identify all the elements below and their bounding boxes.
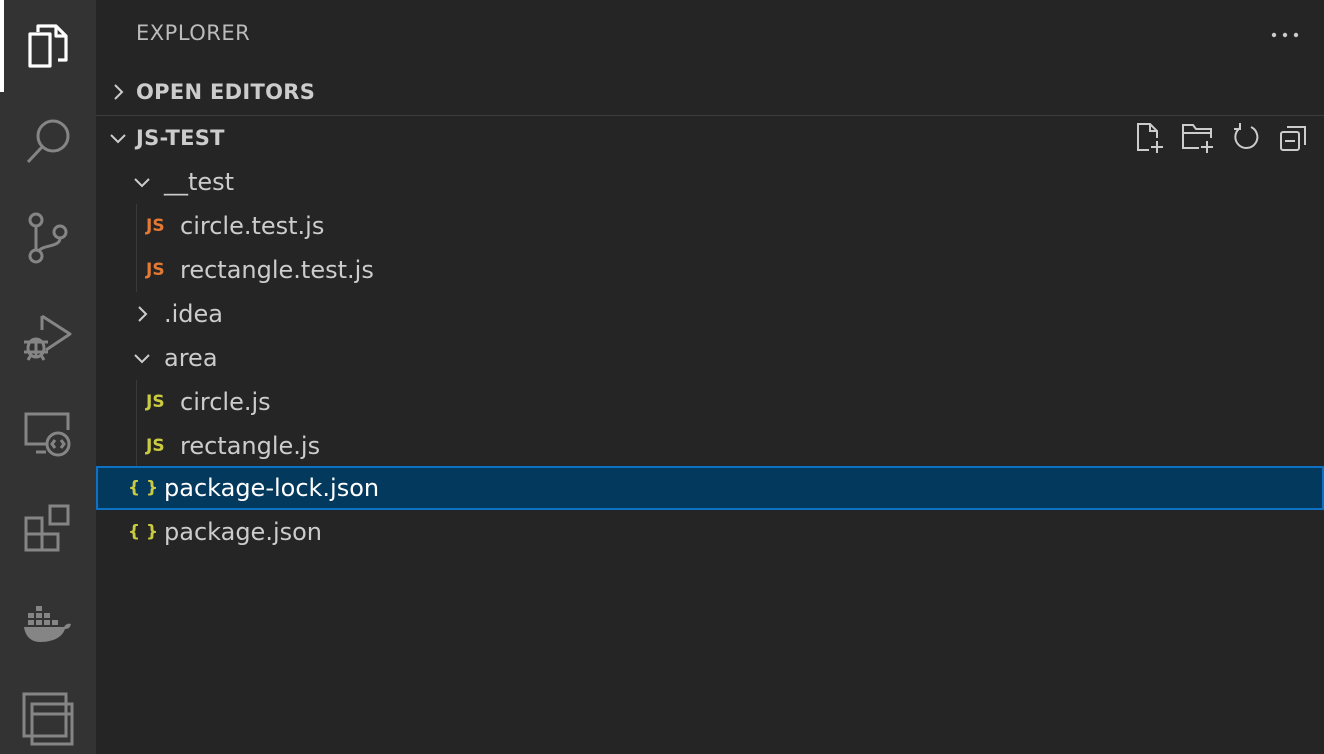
- json-file-icon: { }: [128, 522, 159, 542]
- search-activity-button[interactable]: [0, 96, 96, 188]
- chevron-right-icon: [114, 84, 124, 100]
- tree-item-label: rectangle.test.js: [180, 256, 374, 284]
- docker-icon: [24, 606, 71, 642]
- refresh-explorer-button[interactable]: [1226, 120, 1266, 156]
- run-debug-activity-button[interactable]: [0, 290, 96, 382]
- tree-file-package-lock[interactable]: { } package-lock.json: [96, 466, 1324, 510]
- ellipsis-icon: [1271, 32, 1299, 38]
- workspace-actions: [1130, 120, 1314, 156]
- tree-item-label: rectangle.js: [180, 432, 321, 460]
- tree-item-label: package.json: [164, 518, 323, 546]
- tree-folder-area[interactable]: area: [96, 336, 1324, 380]
- js-file-icon: JS: [146, 216, 165, 236]
- js-file-icon: JS: [146, 260, 165, 280]
- workspace-title: JS-TEST: [136, 126, 225, 150]
- tree-item-label: package-lock.json: [164, 474, 380, 502]
- open-editors-section-header[interactable]: OPEN EDITORS: [96, 70, 1324, 114]
- vscode-window: EXPLORER OPEN EDITORS JS-TEST __test JS …: [0, 0, 1324, 754]
- panels-icon: [22, 692, 74, 746]
- new-file-icon: [1137, 123, 1163, 153]
- tree-item-label: area: [164, 344, 218, 372]
- tree-item-label: __test: [164, 168, 235, 196]
- chevron-down-icon: [110, 134, 126, 144]
- chevron-right-icon: [138, 306, 148, 322]
- remote-explorer-icon: [24, 412, 71, 457]
- new-file-button[interactable]: [1130, 120, 1170, 156]
- tree-item-label: circle.js: [180, 388, 271, 416]
- tree-file-circle[interactable]: JS circle.js: [96, 380, 1324, 424]
- chevron-down-icon: [134, 178, 150, 188]
- activity-bar: [0, 0, 96, 754]
- panels-activity-button[interactable]: [0, 672, 96, 754]
- run-debug-icon: [24, 314, 72, 361]
- tree-file-package[interactable]: { } package.json: [96, 510, 1324, 554]
- collapse-all-icon: [1280, 126, 1306, 151]
- source-control-icon: [28, 212, 68, 264]
- new-folder-icon: [1182, 124, 1213, 153]
- open-editors-title: OPEN EDITORS: [136, 80, 316, 104]
- tree-file-rectangle-test[interactable]: JS rectangle.test.js: [96, 248, 1324, 292]
- new-folder-button[interactable]: [1178, 120, 1218, 156]
- explorer-sidebar: EXPLORER OPEN EDITORS JS-TEST __test JS …: [96, 0, 1324, 754]
- chevron-down-icon: [134, 354, 150, 364]
- tree-folder-idea[interactable]: .idea: [96, 292, 1324, 336]
- search-icon: [26, 119, 70, 164]
- tree-file-circle-test[interactable]: JS circle.test.js: [96, 204, 1324, 248]
- tree-item-label: .idea: [164, 300, 224, 328]
- explorer-activity-button[interactable]: [0, 0, 96, 92]
- remote-explorer-activity-button[interactable]: [0, 388, 96, 480]
- more-actions-button[interactable]: [1268, 22, 1302, 48]
- files-icon: [28, 24, 68, 68]
- source-control-activity-button[interactable]: [0, 192, 96, 284]
- docker-activity-button[interactable]: [0, 578, 96, 670]
- js-file-icon: JS: [146, 436, 165, 456]
- extensions-icon: [24, 504, 70, 552]
- sidebar-title: EXPLORER: [136, 21, 251, 45]
- js-file-icon: JS: [146, 392, 165, 412]
- tree-folder-test[interactable]: __test: [96, 160, 1324, 204]
- extensions-activity-button[interactable]: [0, 482, 96, 574]
- json-file-icon: { }: [128, 478, 159, 498]
- tree-item-label: circle.test.js: [180, 212, 325, 240]
- collapse-folders-button[interactable]: [1274, 120, 1314, 156]
- tree-file-rectangle[interactable]: JS rectangle.js: [96, 424, 1324, 468]
- refresh-icon: [1234, 123, 1259, 149]
